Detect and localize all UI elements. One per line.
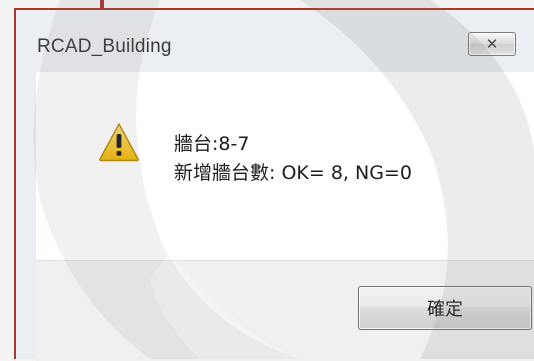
message-line-2: 新增牆台數: OK= 8, NG=0 <box>174 162 412 184</box>
frame-accent <box>100 0 104 8</box>
close-icon: ✕ <box>485 35 499 53</box>
title-bar[interactable]: RCAD_Building ✕ <box>16 10 534 80</box>
dialog-client-area: 牆台:8-7 新增牆台數: OK= 8, NG=0 確定 <box>36 72 534 361</box>
message-box-window: RCAD_Building ✕ 牆台:8-7 新增牆台數: OK= 8, NG=… <box>14 8 534 361</box>
message-panel: 牆台:8-7 新增牆台數: OK= 8, NG=0 <box>36 72 534 260</box>
close-button[interactable]: ✕ <box>468 32 516 56</box>
message-line-1: 牆台:8-7 <box>174 133 250 155</box>
message-text: 牆台:8-7 新增牆台數: OK= 8, NG=0 <box>174 130 412 188</box>
button-panel: 確定 <box>36 260 534 361</box>
warning-icon <box>99 123 139 162</box>
ok-button[interactable]: 確定 <box>358 286 532 330</box>
window-title: RCAD_Building <box>37 36 172 57</box>
